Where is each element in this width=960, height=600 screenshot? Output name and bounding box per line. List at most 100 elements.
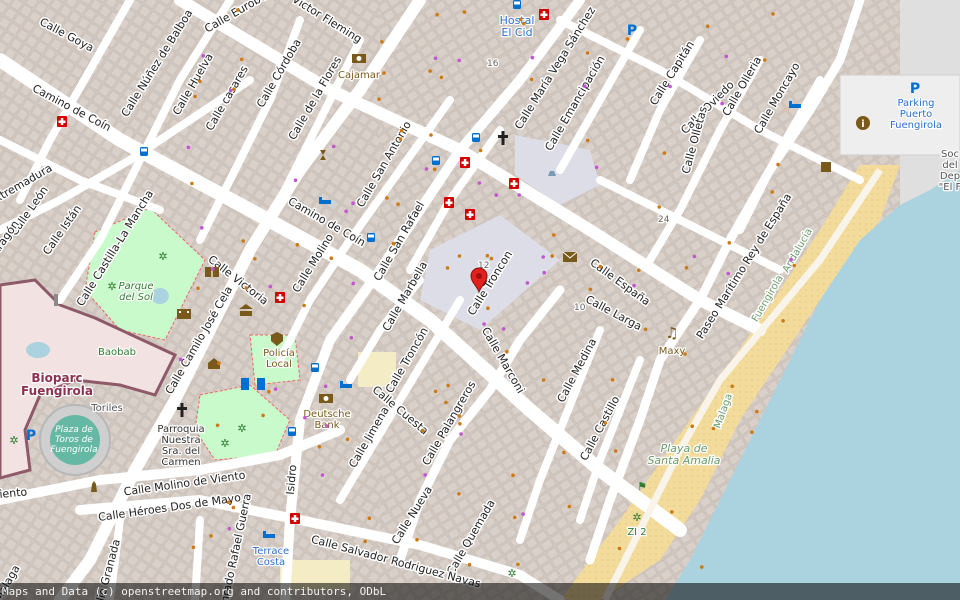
poi-dot bbox=[613, 449, 618, 453]
poi-dot bbox=[521, 512, 525, 516]
map[interactable]: Calle Goya Calle Núñez de Balboa Calle Eur… bbox=[0, 0, 960, 600]
sport-icon[interactable]: ⚑ bbox=[637, 480, 647, 493]
bus-stop-icon[interactable] bbox=[432, 156, 440, 165]
house-number: 24 bbox=[658, 215, 670, 225]
svg-text:✲: ✲ bbox=[107, 280, 116, 293]
playground-icon[interactable]: ✲ bbox=[632, 511, 641, 524]
poi-dot bbox=[295, 243, 300, 247]
poi-dot bbox=[482, 322, 486, 326]
place-label: Parroquia Nuestra Sra. del Carmen bbox=[157, 424, 204, 468]
poi-dot bbox=[196, 286, 200, 291]
poi-dot bbox=[351, 281, 356, 286]
poi-dot bbox=[209, 534, 213, 538]
poi-dot bbox=[244, 286, 249, 290]
poi-dot bbox=[268, 284, 273, 289]
playground-icon[interactable]: ✲ bbox=[507, 567, 516, 580]
poi-dot bbox=[541, 255, 545, 259]
place-label: Baobab bbox=[98, 347, 136, 358]
monument-icon[interactable] bbox=[54, 294, 58, 306]
poi-dot bbox=[478, 148, 483, 153]
poi-dot bbox=[755, 409, 759, 414]
poi-dot bbox=[267, 389, 271, 394]
poi-dot bbox=[692, 254, 697, 259]
bus-stop-icon[interactable] bbox=[513, 0, 521, 9]
poi-dot bbox=[399, 128, 404, 133]
poi-dot bbox=[462, 10, 467, 14]
poi-dot bbox=[385, 196, 389, 200]
poi-dot bbox=[643, 327, 648, 332]
pharmacy-icon[interactable] bbox=[509, 178, 519, 189]
street-label: Isidro bbox=[284, 464, 300, 495]
playground-icon[interactable]: ✲ bbox=[237, 422, 246, 435]
poi-dot bbox=[588, 287, 593, 292]
place-label: Maxy bbox=[659, 346, 686, 357]
poi-dot bbox=[792, 263, 796, 268]
pond bbox=[151, 288, 169, 304]
pharmacy-icon[interactable] bbox=[57, 116, 67, 127]
post-office-icon[interactable] bbox=[562, 251, 578, 262]
bus-stop-icon[interactable] bbox=[140, 147, 148, 156]
place-label: ZI 2 bbox=[627, 527, 646, 538]
poi-dot bbox=[467, 562, 472, 567]
parking-icon[interactable]: P bbox=[910, 81, 920, 97]
poi-dot bbox=[668, 84, 672, 89]
poi-dot bbox=[585, 51, 590, 55]
playground-icon[interactable]: ✲ bbox=[220, 437, 229, 450]
poi-dot bbox=[349, 336, 354, 340]
poi-dot bbox=[617, 546, 622, 551]
poi-dot bbox=[457, 58, 462, 63]
bank-icon[interactable] bbox=[319, 394, 333, 403]
pharmacy-icon[interactable] bbox=[465, 209, 475, 220]
poi-dot bbox=[329, 256, 334, 261]
poi-dot bbox=[720, 101, 724, 106]
pharmacy-icon[interactable] bbox=[539, 9, 549, 20]
poi-dot bbox=[501, 327, 506, 331]
place-label: Hostal El Cid bbox=[500, 14, 535, 39]
house-number: 10 bbox=[574, 303, 586, 313]
bus-stop-icon[interactable] bbox=[288, 427, 296, 436]
playground-icon[interactable]: ✲ bbox=[158, 250, 167, 263]
pharmacy-icon[interactable] bbox=[290, 513, 300, 524]
poi-dot bbox=[190, 181, 194, 186]
attribution: Maps and Data (c) openstreetmap.org and … bbox=[0, 583, 960, 600]
poi-dot bbox=[241, 239, 245, 243]
bus-stop-icon[interactable] bbox=[472, 133, 480, 142]
pond bbox=[26, 342, 50, 358]
bank-icon[interactable] bbox=[352, 54, 366, 63]
poi-dot bbox=[432, 167, 437, 172]
poi-dot bbox=[377, 97, 381, 101]
cinema-icon[interactable] bbox=[177, 309, 191, 319]
poi-dot bbox=[542, 270, 546, 275]
parking-icon[interactable]: P bbox=[26, 428, 36, 444]
place-label: Soc del Dep "El F bbox=[939, 149, 960, 193]
poi-dot bbox=[727, 241, 732, 245]
poi-dot bbox=[512, 515, 517, 520]
poi-dot bbox=[770, 190, 774, 194]
music-venue-icon[interactable]: ♫ bbox=[665, 324, 678, 342]
poi-dot bbox=[217, 361, 221, 365]
pharmacy-icon[interactable] bbox=[460, 157, 470, 168]
playground-icon[interactable]: ✲ bbox=[107, 280, 116, 293]
parking-icon[interactable]: P bbox=[627, 23, 637, 39]
fuel-icon[interactable] bbox=[241, 378, 249, 390]
info-icon[interactable]: i bbox=[856, 116, 870, 130]
poi-dot bbox=[423, 473, 427, 477]
fuel-icon[interactable] bbox=[257, 378, 265, 390]
poi-dot bbox=[433, 56, 438, 60]
bus-stop-icon[interactable] bbox=[367, 233, 375, 242]
poi-dot bbox=[396, 202, 400, 206]
poi-dot bbox=[320, 473, 325, 477]
poi-dot bbox=[261, 413, 265, 418]
poi-dot bbox=[562, 450, 566, 455]
poi-dot bbox=[435, 12, 439, 17]
bus-stop-icon[interactable] bbox=[311, 363, 319, 372]
pharmacy-icon[interactable] bbox=[275, 292, 285, 303]
poi-dot bbox=[705, 24, 710, 29]
playground-icon[interactable]: ✲ bbox=[9, 434, 18, 447]
place-label: Bioparc Fuengirola bbox=[21, 371, 93, 398]
pharmacy-icon[interactable] bbox=[444, 197, 454, 208]
poi-dot bbox=[730, 384, 734, 389]
marketplace-icon[interactable] bbox=[821, 162, 831, 172]
poi-dot bbox=[424, 167, 429, 171]
svg-text:✲: ✲ bbox=[158, 250, 167, 263]
